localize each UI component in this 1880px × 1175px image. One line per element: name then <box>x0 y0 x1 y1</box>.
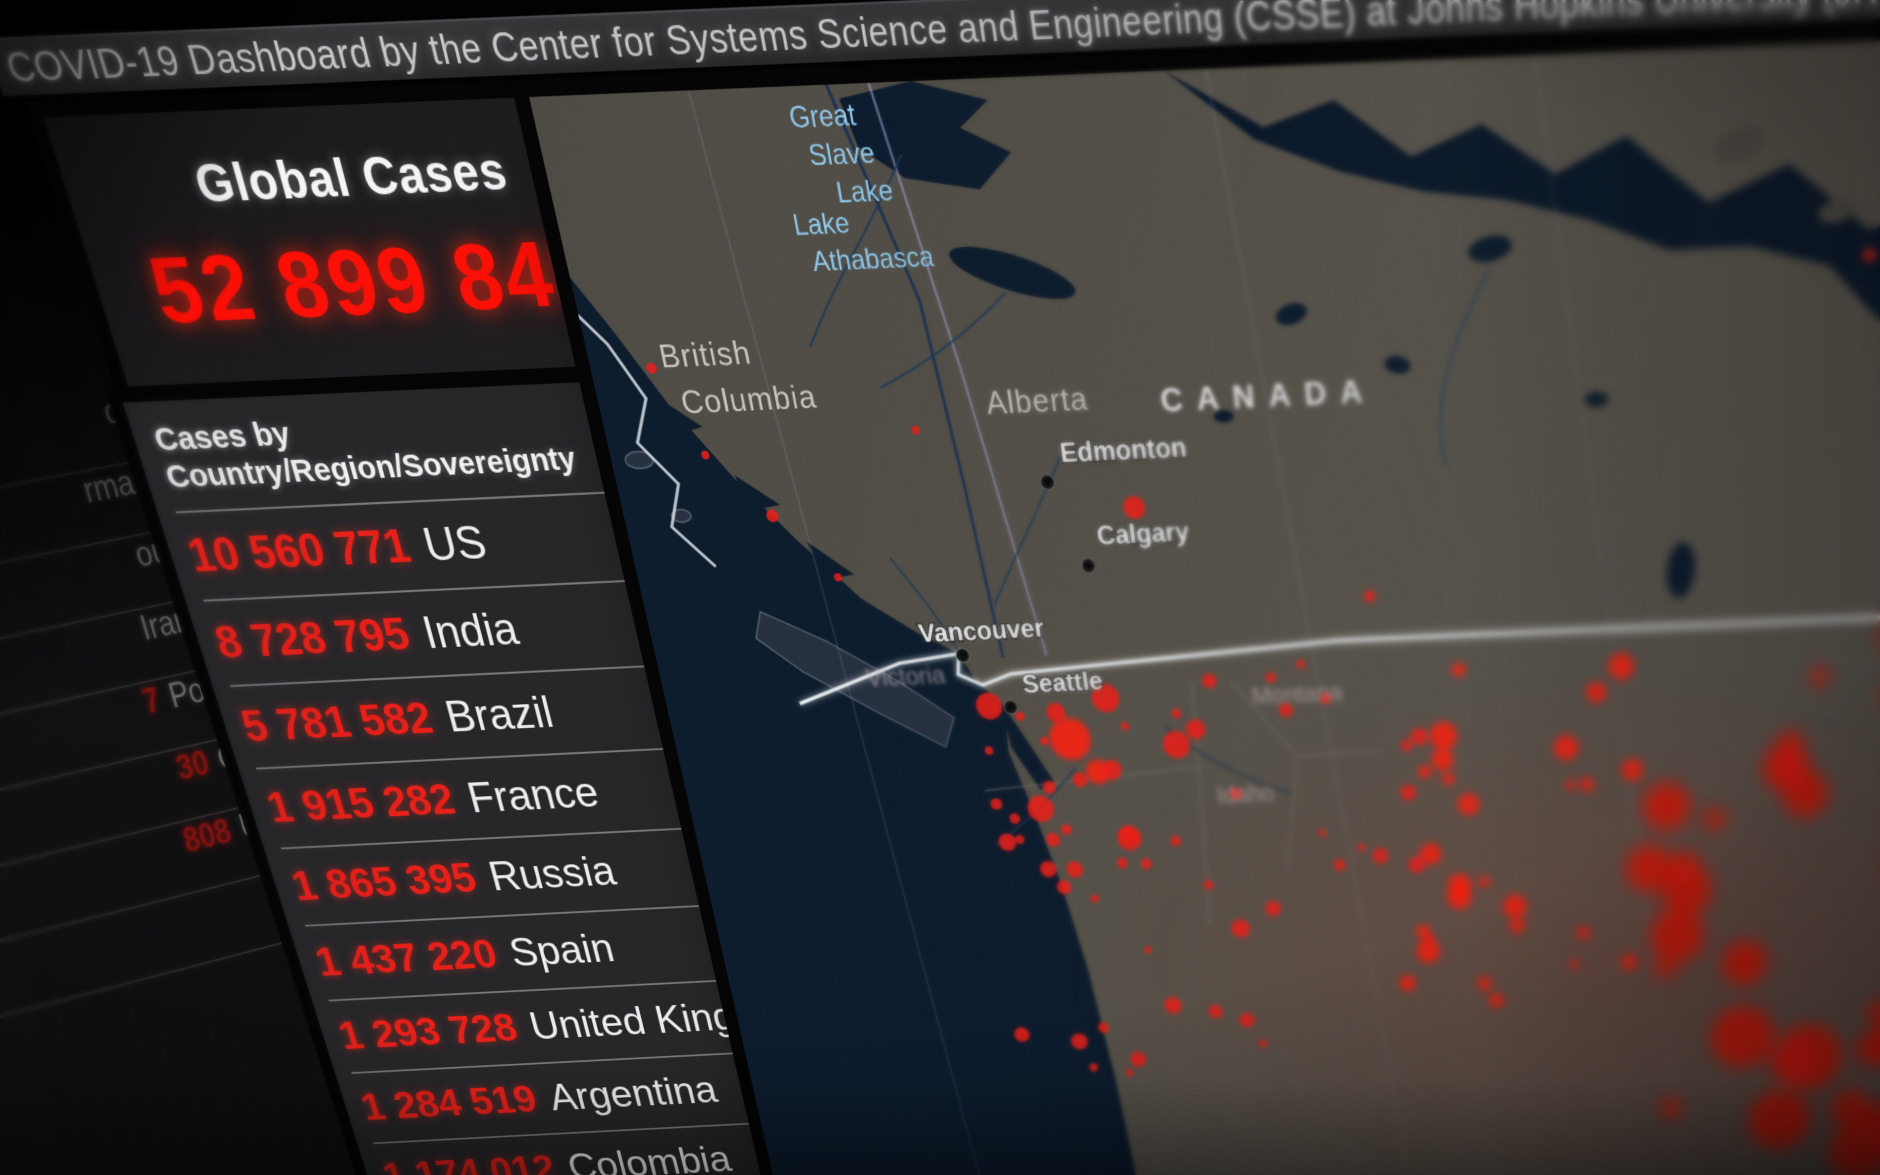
case-count: 1 915 282 <box>261 776 460 833</box>
case-count: 7 <box>139 681 166 723</box>
country-name: Colombia <box>563 1139 735 1175</box>
country-name: Russia <box>484 848 620 900</box>
case-count: 1 865 395 <box>286 855 481 910</box>
depth-shade <box>529 31 1880 1175</box>
case-count: 10 560 771 <box>182 520 416 583</box>
case-count: 1 174 012 <box>378 1148 561 1175</box>
country-name: France <box>462 769 603 823</box>
global-cases-label: Global Cases <box>188 142 513 216</box>
case-count: 1 284 519 <box>356 1078 542 1129</box>
country-name: Spain <box>505 926 619 976</box>
case-count: 1 293 728 <box>333 1006 522 1058</box>
photo-frame: o rmany outh Africa Iran 7 <box>0 0 1880 1175</box>
country-name: US <box>418 517 492 572</box>
case-count: 8 728 795 <box>209 609 415 669</box>
covid-map[interactable]: Great Slave Lake Lake Athabasca British … <box>529 31 1880 1175</box>
case-count: 5 781 582 <box>236 694 439 752</box>
country-name: Brazil <box>440 688 558 742</box>
global-cases-value: 52 899 849 <box>137 218 614 345</box>
country-name: Argentina <box>544 1069 721 1119</box>
country-name: India <box>417 604 523 659</box>
case-count: 1 437 220 <box>310 932 502 986</box>
case-count: 30 <box>172 744 214 789</box>
